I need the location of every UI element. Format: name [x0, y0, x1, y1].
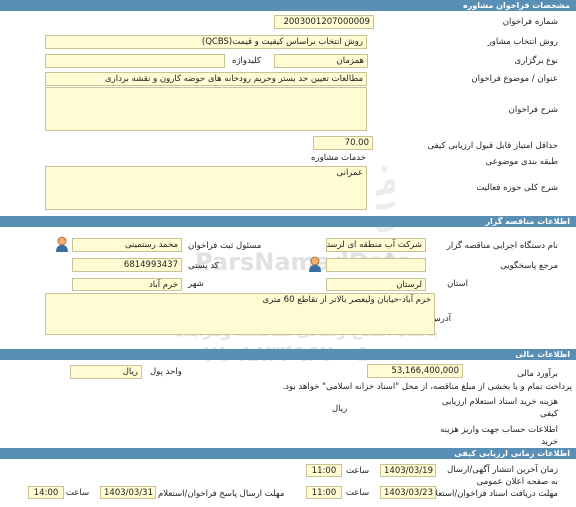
min-score-field: 70.00 — [313, 136, 373, 150]
currency-label: واحد پول — [150, 367, 182, 377]
subject-label: عنوان / موضوع فراخوان — [471, 74, 558, 84]
receive-time-field: 11:00 — [306, 486, 342, 499]
send-date-field: 1403/03/31 — [100, 486, 156, 499]
city-label: شهر — [188, 279, 204, 289]
ref-label: مرجع پاسخگویی — [500, 261, 558, 271]
call-number-field: 2003001207000009 — [274, 15, 374, 29]
call-number-label: شماره فراخوان — [502, 17, 558, 27]
scope-label: شرح کلی حوزه فعالیت — [476, 183, 558, 193]
section-header-timing: اطلاعات زمانی ارزیابی کیفی — [0, 448, 576, 459]
receive-date-field: 1403/03/23 — [380, 486, 436, 499]
account-label: اطلاعات حساب جهت واریز هزینه خرید — [440, 425, 558, 447]
min-score-label: حداقل امتیاز قابل قبول ارزیابی کیفی — [427, 141, 558, 151]
keyword-label: کلیدواژه — [232, 56, 261, 66]
org-name-field: شرکت آب منطقه ای لرستان — [326, 238, 426, 252]
address-field: خرم آباد-خیابان ولیعصر بالاتر از تقاطع 6… — [45, 293, 435, 335]
payment-note: پرداخت تمام و یا بخشی از مبلغ مناقصه، از… — [282, 382, 572, 392]
publish-label: زمان آخرین انتشار آگهی/ارسال به صفحه اعل… — [447, 465, 558, 487]
description-field — [45, 87, 367, 131]
scope-field: عمرانی — [45, 166, 367, 210]
send-label: مهلت ارسال پاسخ فراخوان/استعلام — [158, 489, 285, 499]
method-label: روش انتخاب مشاور — [487, 37, 558, 47]
category-label: طبقه بندی موضوعی — [485, 157, 558, 167]
org-name-label: نام دستگاه اجرایی مناقصه گزار — [446, 241, 558, 251]
section-header-financial: اطلاعات مالی — [0, 349, 576, 360]
inquiry-fee-label: هزینه خرید اسناد استعلام ارزیابی کیفی — [441, 397, 558, 419]
keyword-field[interactable] — [45, 54, 225, 68]
currency-field: ریال — [70, 365, 142, 379]
section-header-tender-org: اطلاعات مناقصه گزار — [0, 216, 576, 227]
official-label: مسئول ثبت فراخوان — [188, 241, 262, 251]
publish-date-field: 1403/03/19 — [380, 464, 436, 477]
section-header-consulting: مشخصات فراخوان مشاوره — [0, 0, 576, 11]
receive-label: مهلت دریافت اسناد فراخوان/استعلام — [427, 489, 558, 499]
inquiry-fee-unit: ریال — [332, 404, 348, 414]
postal-label: کد پستی — [188, 261, 219, 271]
city-field: خرم آباد — [72, 278, 182, 291]
category-value: خدمات مشاوره — [311, 153, 366, 163]
method-field: روش انتخاب براساس کیفیت و قیمت(QCBS) — [45, 35, 367, 49]
type-label: نوع برگزاری — [514, 56, 558, 66]
publish-time-field: 11:00 — [306, 464, 342, 477]
send-time-label: ساعت — [66, 488, 90, 498]
official-field: محمد رستمینی — [72, 238, 182, 252]
province-field: لرستان — [326, 278, 426, 291]
receive-time-label: ساعت — [346, 488, 370, 498]
estimate-field: 53,166,400,000 — [367, 364, 463, 378]
ref-user-icon[interactable] — [308, 256, 322, 272]
province-label: استان — [447, 279, 468, 289]
postal-field: 6814993437 — [72, 258, 182, 272]
publish-time-label: ساعت — [346, 466, 370, 476]
type-field: همزمان — [274, 54, 368, 68]
ref-field — [326, 258, 426, 272]
subject-field: مطالعات تعیین حد بستر وحریم رودخانه های … — [45, 72, 367, 86]
watermark-digits: ۰۹۱۵۱۹ — [368, 160, 403, 270]
description-label: شرح فراخوان — [508, 105, 558, 115]
estimate-label: برآورد مالی — [517, 369, 558, 379]
send-time-field: 14:00 — [28, 486, 64, 499]
official-user-icon[interactable] — [55, 236, 69, 252]
